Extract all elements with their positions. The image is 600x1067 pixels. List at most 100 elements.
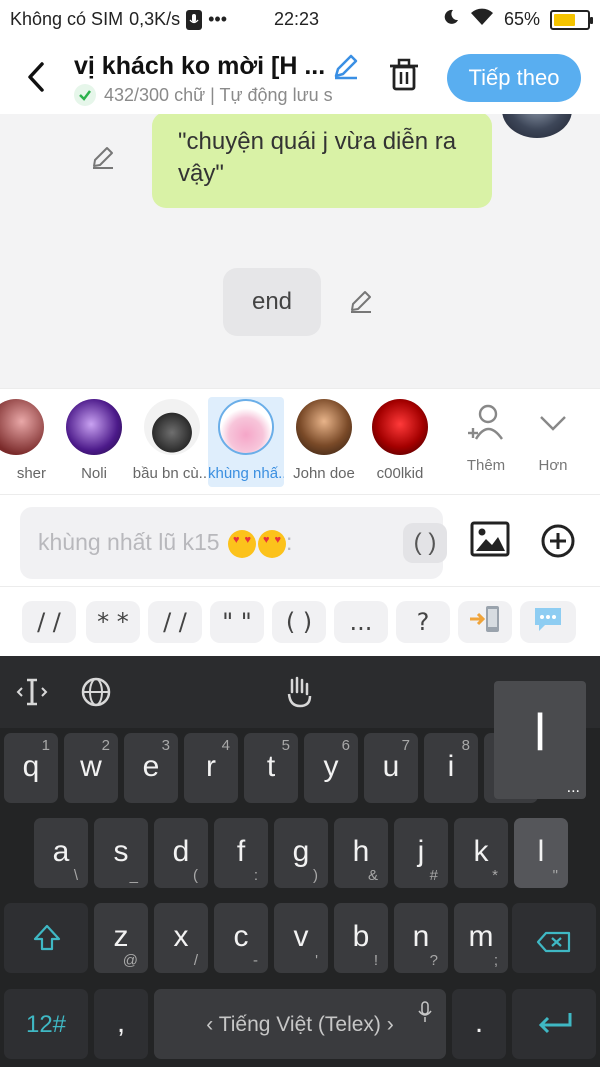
globe-icon[interactable] bbox=[80, 676, 112, 713]
key-number-hint: 1 bbox=[41, 737, 50, 754]
character-name: c00lkid bbox=[376, 465, 424, 482]
symbol-button[interactable]: ? bbox=[396, 601, 450, 643]
key-a[interactable]: a \ bbox=[34, 818, 88, 888]
key-label: r bbox=[206, 750, 216, 783]
cursor-control-icon[interactable] bbox=[16, 676, 48, 713]
phone-arrow-icon bbox=[468, 603, 502, 641]
key-symbol-hint: ? bbox=[429, 952, 438, 969]
backspace-key[interactable] bbox=[512, 903, 596, 973]
key-label: i bbox=[447, 750, 455, 783]
character-avatar bbox=[372, 399, 428, 455]
key-b[interactable]: b! bbox=[334, 903, 388, 973]
key-w[interactable]: w2 bbox=[64, 733, 118, 803]
microphone-icon[interactable] bbox=[418, 997, 432, 1031]
character-avatar bbox=[218, 399, 274, 455]
more-characters-button[interactable]: Hơn bbox=[523, 403, 583, 474]
add-character-label: Thêm bbox=[466, 457, 506, 474]
character-item[interactable]: sher bbox=[0, 397, 46, 487]
period-key[interactable]: . bbox=[452, 989, 506, 1059]
numbers-key[interactable]: 12# bbox=[4, 989, 88, 1059]
edit-message-pencil-icon[interactable] bbox=[90, 144, 116, 175]
key-t[interactable]: t5 bbox=[244, 733, 298, 803]
key-e[interactable]: e3 bbox=[124, 733, 178, 803]
symbol-button[interactable]: / / bbox=[148, 601, 202, 643]
key-y[interactable]: y6 bbox=[304, 733, 358, 803]
next-button[interactable]: Tiếp theo bbox=[447, 54, 581, 102]
dialogue-bubble[interactable]: "chuyện quái j vừa diễn ra vậy" bbox=[152, 114, 492, 208]
enter-key[interactable] bbox=[512, 989, 596, 1059]
symbol-button[interactable]: ( ) bbox=[272, 601, 326, 643]
add-character-button[interactable]: Thêm bbox=[456, 403, 516, 474]
key-x[interactable]: x / bbox=[154, 903, 208, 973]
symbol-button[interactable]: " " bbox=[210, 601, 264, 643]
character-avatar[interactable] bbox=[502, 114, 572, 138]
key-k[interactable]: k * bbox=[454, 818, 508, 888]
key-n[interactable]: n? bbox=[394, 903, 448, 973]
character-item-selected[interactable]: khùng nhấ... bbox=[208, 397, 284, 487]
shift-key[interactable] bbox=[4, 903, 88, 973]
key-v[interactable]: v ' bbox=[274, 903, 328, 973]
key-label: n bbox=[412, 920, 430, 953]
character-item[interactable]: bầu bn cù... bbox=[132, 397, 212, 487]
image-icon[interactable] bbox=[470, 521, 510, 562]
input-placeholder: khùng nhất lũ k15 : bbox=[38, 529, 292, 558]
quick-chat-button[interactable] bbox=[520, 601, 576, 643]
key-l[interactable]: l " bbox=[514, 818, 568, 888]
key-symbol-hint: : bbox=[253, 867, 258, 884]
key-j[interactable]: j # bbox=[394, 818, 448, 888]
key-h[interactable]: h & bbox=[334, 818, 388, 888]
comma-key[interactable]: , bbox=[94, 989, 148, 1059]
heart-eyes-emoji-icon bbox=[257, 529, 286, 558]
story-title[interactable]: vị khách ko mời [H ... bbox=[74, 52, 325, 81]
key-symbol-hint: / bbox=[193, 952, 198, 969]
back-arrow-icon[interactable] bbox=[22, 60, 52, 94]
key-number-hint: 3 bbox=[161, 737, 170, 754]
character-item[interactable]: c00lkid bbox=[362, 397, 438, 487]
battery-icon bbox=[550, 9, 593, 30]
key-symbol-hint: - bbox=[253, 952, 258, 969]
parenthesis-button[interactable]: ( ) bbox=[403, 523, 447, 563]
key-r[interactable]: r4 bbox=[184, 733, 238, 803]
key-g[interactable]: g) bbox=[274, 818, 328, 888]
character-name: Noli bbox=[81, 465, 107, 482]
key-label: s bbox=[113, 835, 129, 868]
key-u[interactable]: u7 bbox=[364, 733, 418, 803]
key-i[interactable]: i8 bbox=[424, 733, 478, 803]
key-f[interactable]: f: bbox=[214, 818, 268, 888]
character-item[interactable]: Noli bbox=[56, 397, 132, 487]
symbol-button[interactable]: ... bbox=[334, 601, 388, 643]
space-key[interactable]: ‹ Tiếng Việt (Telex) › bbox=[154, 989, 446, 1059]
key-preview-popup: l ... bbox=[494, 681, 586, 799]
key-label: a bbox=[52, 835, 70, 868]
key-symbol-hint: ) bbox=[313, 867, 318, 884]
character-avatar bbox=[66, 399, 122, 455]
key-q[interactable]: q1 bbox=[4, 733, 58, 803]
key-c[interactable]: c- bbox=[214, 903, 268, 973]
key-m[interactable]: m; bbox=[454, 903, 508, 973]
key-d[interactable]: d( bbox=[154, 818, 208, 888]
key-label: q bbox=[22, 750, 40, 783]
word-count-line: 432/300 chữ | Tự động lưu s bbox=[74, 84, 362, 106]
shift-arrow-icon bbox=[32, 923, 62, 961]
keyboard-language: Tiếng Việt (Telex) bbox=[218, 1013, 381, 1036]
more-notifications-icon: ••• bbox=[208, 9, 227, 29]
trash-icon[interactable] bbox=[388, 58, 420, 97]
key-s[interactable]: s _ bbox=[94, 818, 148, 888]
key-symbol-hint: ! bbox=[373, 952, 378, 969]
message-input[interactable]: khùng nhất lũ k15 : ( ) bbox=[20, 507, 447, 579]
character-name: sher bbox=[16, 465, 46, 482]
key-label: f bbox=[236, 835, 246, 868]
character-item[interactable]: John doe bbox=[286, 397, 362, 487]
edit-title-pencil-icon[interactable] bbox=[332, 52, 360, 85]
switch-device-button[interactable] bbox=[458, 601, 512, 643]
symbol-button[interactable]: / / bbox=[22, 601, 76, 643]
network-speed: 0,3K/s bbox=[129, 9, 181, 29]
edit-end-pencil-icon[interactable] bbox=[348, 288, 374, 319]
symbol-button[interactable]: * * bbox=[86, 601, 140, 643]
add-circle-icon[interactable] bbox=[540, 523, 576, 564]
end-bubble[interactable]: end bbox=[223, 268, 321, 336]
key-z[interactable]: z @ bbox=[94, 903, 148, 973]
key-number-hint: 5 bbox=[281, 737, 290, 754]
microphone-icon bbox=[186, 9, 203, 30]
gesture-hand-icon[interactable] bbox=[284, 674, 316, 715]
